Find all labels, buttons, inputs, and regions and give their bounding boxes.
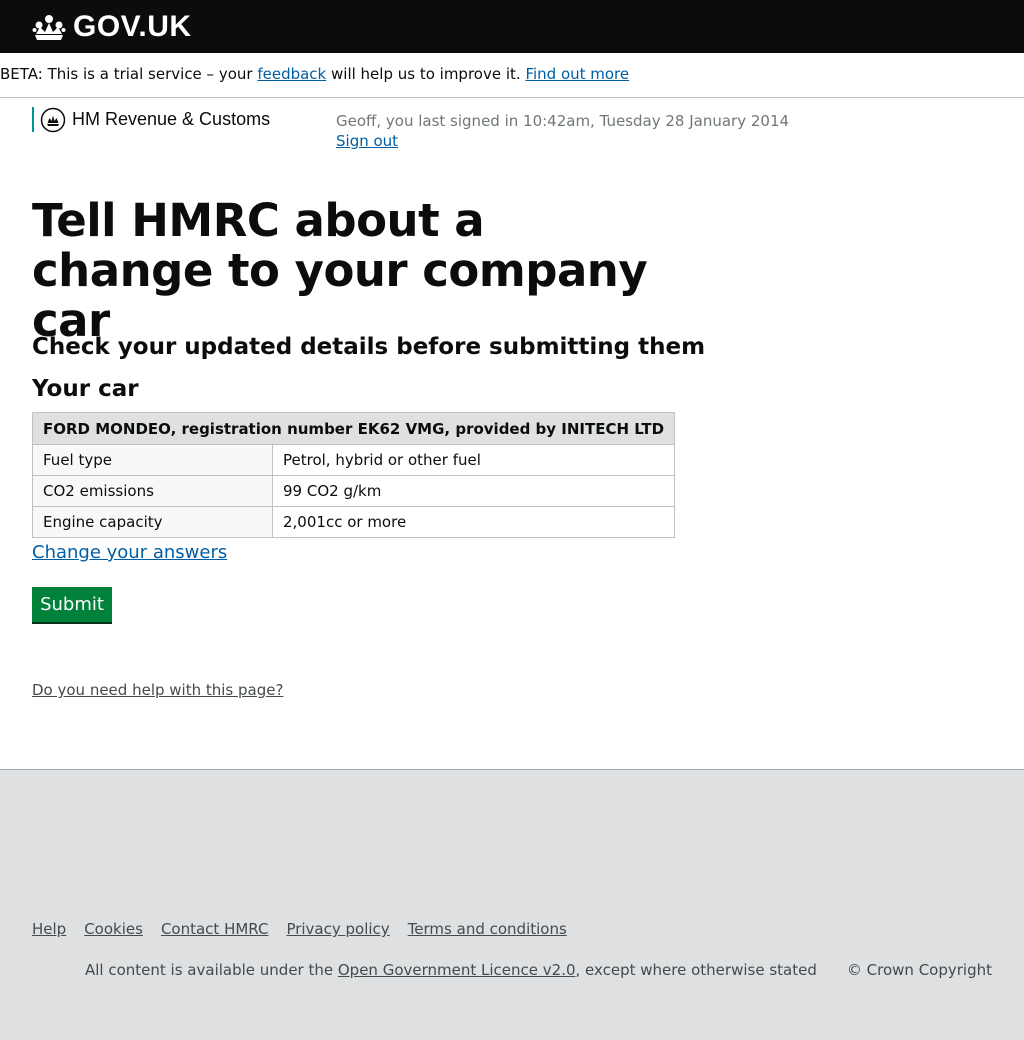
- row-value: 99 CO2 g/km: [271, 475, 676, 507]
- row-label: Fuel type: [32, 444, 273, 476]
- footer-links: Help Cookies Contact HMRC Privacy policy…: [32, 920, 567, 938]
- table-row: CO2 emissions 99 CO2 g/km: [32, 475, 676, 507]
- sign-out-link[interactable]: Sign out: [336, 132, 398, 150]
- feedback-link[interactable]: feedback: [257, 65, 326, 83]
- last-signed-in-text: Geoff, you last signed in 10:42am, Tuesd…: [336, 112, 790, 130]
- row-label: CO2 emissions: [32, 475, 273, 507]
- licence-text: All content is available under the: [85, 961, 338, 979]
- crown-copyright: © Crown Copyright: [846, 961, 992, 979]
- table-row: Fuel type Petrol, hybrid or other fuel: [32, 444, 676, 476]
- footer-link-contact-hmrc[interactable]: Contact HMRC: [161, 920, 269, 938]
- footer-link-help[interactable]: Help: [32, 920, 66, 938]
- row-value: Petrol, hybrid or other fuel: [271, 444, 676, 476]
- govuk-logo-text: GOV.UK: [73, 10, 192, 43]
- submit-button[interactable]: Submit: [32, 587, 112, 622]
- department-name: HM Revenue & Customs: [72, 109, 271, 129]
- find-out-more-link[interactable]: Find out more: [525, 65, 629, 83]
- row-label: Engine capacity: [32, 506, 273, 538]
- licence-statement: All content is available under the Open …: [85, 961, 817, 979]
- department-branding: HM Revenue & Customs: [32, 107, 270, 132]
- footer-link-terms[interactable]: Terms and conditions: [408, 920, 567, 938]
- global-header: GOV.UK: [0, 0, 1024, 53]
- crown-icon: [32, 15, 66, 40]
- footer-link-privacy-policy[interactable]: Privacy policy: [286, 920, 389, 938]
- page-title: Tell HMRC about a change to your company…: [32, 194, 648, 347]
- licence-text-after: , except where otherwise stated: [575, 961, 817, 979]
- beta-text-middle: will help us to improve it.: [326, 65, 526, 83]
- help-with-page-link[interactable]: Do you need help with this page?: [32, 681, 283, 699]
- car-details-caption: FORD MONDEO, registration number EK62 VM…: [31, 412, 676, 445]
- section-heading-your-car: Your car: [32, 376, 139, 402]
- open-government-licence-link[interactable]: Open Government Licence v2.0: [338, 961, 576, 979]
- footer-link-cookies[interactable]: Cookies: [84, 920, 143, 938]
- table-row: Engine capacity 2,001cc or more: [32, 506, 676, 538]
- row-value: 2,001cc or more: [271, 506, 676, 538]
- change-answers-link[interactable]: Change your answers: [32, 542, 227, 563]
- footer: Help Cookies Contact HMRC Privacy policy…: [0, 769, 1024, 1040]
- beta-banner: BETA: This is a trial service – your fee…: [0, 53, 1024, 98]
- crest-icon: [40, 107, 66, 132]
- beta-text: BETA: This is a trial service – your: [0, 65, 258, 83]
- govuk-logo-link[interactable]: GOV.UK: [32, 10, 192, 44]
- car-details-table: FORD MONDEO, registration number EK62 VM…: [31, 412, 676, 538]
- page-subtitle: Check your updated details before submit…: [32, 334, 706, 360]
